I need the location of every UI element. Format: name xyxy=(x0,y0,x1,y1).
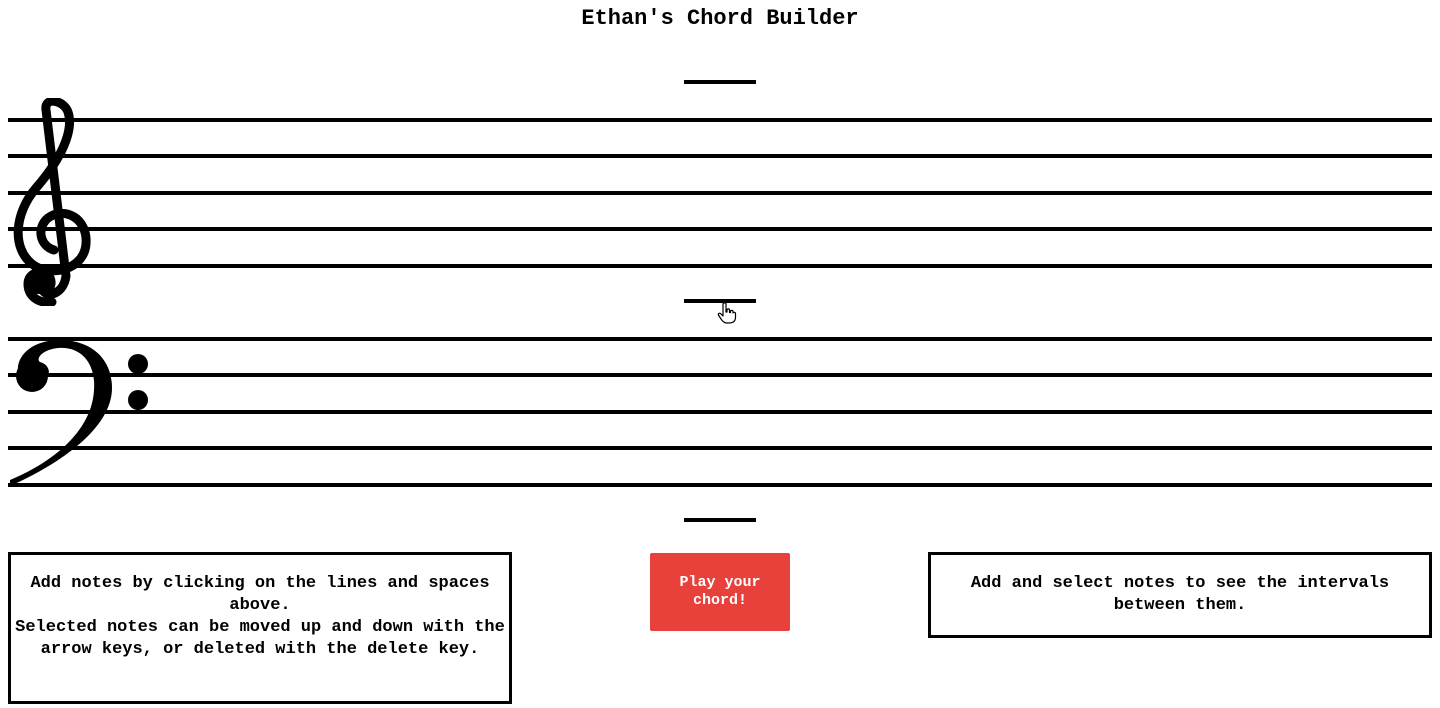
bass-clef-icon xyxy=(10,340,148,486)
play-chord-button[interactable]: Play your chord! xyxy=(650,553,790,631)
treble-staff-line-5[interactable] xyxy=(8,264,1432,268)
instructions-box: Add notes by clicking on the lines and s… xyxy=(8,552,512,704)
hand-pointer-cursor-icon xyxy=(717,302,737,324)
ledger-line-below-bass[interactable] xyxy=(684,518,756,522)
chord-builder-page: Ethan's Chord Builder Add notes by click… xyxy=(0,0,1440,708)
treble-staff-line-3[interactable] xyxy=(8,191,1432,195)
treble-staff-line-2[interactable] xyxy=(8,154,1432,158)
treble-staff-line-1[interactable] xyxy=(8,118,1432,122)
bass-staff-line-4[interactable] xyxy=(8,446,1432,450)
intervals-text: Add and select notes to see the interval… xyxy=(970,574,1390,615)
treble-clef-icon xyxy=(13,98,91,306)
bass-staff-line-5[interactable] xyxy=(8,483,1432,487)
treble-staff-line-4[interactable] xyxy=(8,227,1432,231)
instructions-line-1: Add notes by clicking on the lines and s… xyxy=(30,574,490,615)
bass-staff-line-2[interactable] xyxy=(8,373,1432,377)
ledger-line-above-treble[interactable] xyxy=(684,80,756,84)
intervals-box: Add and select notes to see the interval… xyxy=(928,552,1432,638)
bass-staff-line-1[interactable] xyxy=(8,337,1432,341)
instructions-line-2: Selected notes can be moved up and down … xyxy=(15,618,505,659)
page-title: Ethan's Chord Builder xyxy=(581,6,859,31)
bass-staff-line-3[interactable] xyxy=(8,410,1432,414)
